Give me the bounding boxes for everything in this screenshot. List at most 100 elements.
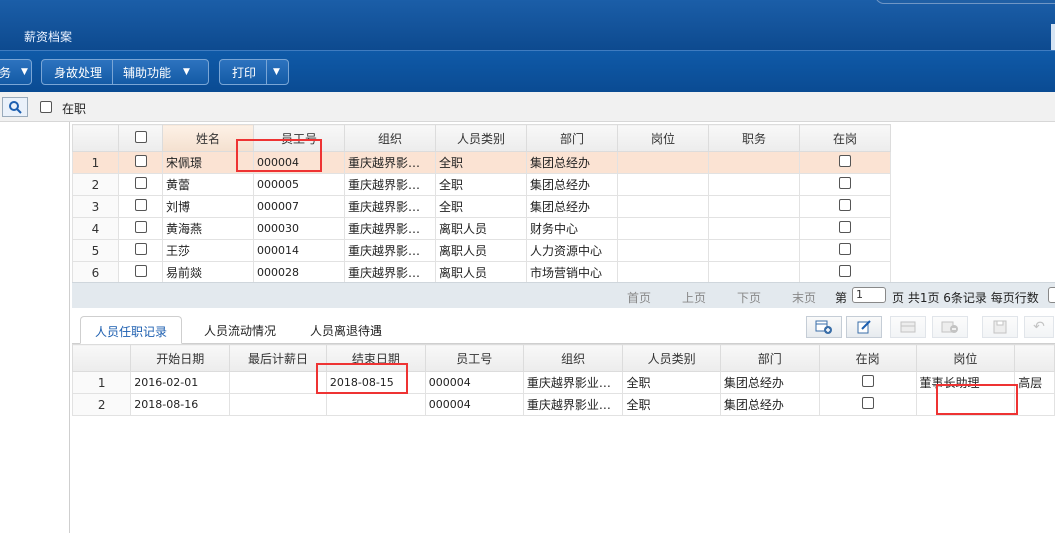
- row-checkbox-cell[interactable]: [118, 239, 163, 262]
- select-all-checkbox[interactable]: [134, 130, 147, 143]
- cell-post[interactable]: [617, 261, 709, 284]
- row-checkbox[interactable]: [134, 243, 147, 255]
- row-checkbox[interactable]: [134, 155, 147, 167]
- cell-onpost[interactable]: [799, 261, 891, 284]
- table-row[interactable]: 2 2018-08-16 000004 重庆越界影业… 全职 集团总经办: [71, 393, 1055, 416]
- table-row[interactable]: 2 黄蕾 000005 重庆越界影… 全职 集团总经办: [72, 173, 891, 196]
- col-header-duty[interactable]: 职务: [708, 124, 800, 152]
- cell-dept[interactable]: 集团总经办: [719, 393, 820, 416]
- cell-last-pay-date[interactable]: [229, 393, 327, 416]
- global-search-input[interactable]: [875, 0, 1055, 4]
- last-page-link[interactable]: 末页: [792, 289, 816, 306]
- edit-record-button[interactable]: [846, 316, 882, 338]
- col-header-post[interactable]: 岗位: [915, 344, 1016, 372]
- partial-menu-button[interactable]: 务 ▼: [0, 59, 32, 85]
- table-row[interactable]: 3 刘博 000007 重庆越界影… 全职 集团总经办: [72, 195, 891, 218]
- table-row[interactable]: 1 宋佩璟 000004 重庆越界影… 全职 集团总经办: [72, 151, 891, 174]
- cell-org[interactable]: 重庆越界影…: [344, 261, 436, 284]
- cell-dept[interactable]: 集团总经办: [526, 151, 618, 174]
- cell-type[interactable]: 全职: [622, 371, 721, 394]
- tab-appointment-records[interactable]: 人员任职记录: [80, 316, 183, 344]
- rows-per-page-input[interactable]: [1048, 287, 1055, 303]
- cell-id[interactable]: 000030: [253, 217, 345, 240]
- cell-onpost[interactable]: [818, 371, 917, 394]
- cell-onpost[interactable]: [799, 173, 891, 196]
- row-checkbox-cell[interactable]: [118, 173, 163, 196]
- cell-onpost[interactable]: [799, 195, 891, 218]
- onpost-checkbox[interactable]: [839, 221, 851, 233]
- cell-duty[interactable]: [708, 217, 800, 240]
- cell-dept[interactable]: 集团总经办: [719, 371, 820, 394]
- col-header-start-date[interactable]: 开始日期: [130, 344, 231, 372]
- cell-onpost[interactable]: [799, 217, 891, 240]
- cell-type[interactable]: 离职人员: [435, 217, 527, 240]
- tab-retirement[interactable]: 人员离退待遇: [296, 316, 396, 344]
- onpost-checkbox[interactable]: [861, 397, 874, 409]
- cell-id[interactable]: 000014: [253, 239, 345, 262]
- cell-onpost[interactable]: [799, 239, 891, 262]
- cell-id[interactable]: 000004: [424, 371, 524, 394]
- col-header-extra[interactable]: [1014, 344, 1055, 372]
- cell-duty[interactable]: [708, 261, 800, 284]
- select-all-checkbox-cell[interactable]: [118, 124, 163, 152]
- cell-type[interactable]: 离职人员: [435, 261, 527, 284]
- cell-dept[interactable]: 财务中心: [526, 217, 618, 240]
- add-record-button[interactable]: [806, 316, 842, 338]
- cell-post[interactable]: [617, 195, 709, 218]
- cell-dept[interactable]: 集团总经办: [526, 173, 618, 196]
- col-header-last-pay-date[interactable]: 最后计薪日: [229, 344, 327, 372]
- cell-type[interactable]: 离职人员: [435, 239, 527, 262]
- accident-button[interactable]: 身故处理: [42, 64, 112, 81]
- cell-post[interactable]: [617, 173, 709, 196]
- cell-id[interactable]: 000028: [253, 261, 345, 284]
- cell-onpost[interactable]: [799, 151, 891, 174]
- chevron-down-icon[interactable]: ▼: [266, 60, 286, 84]
- col-header-type[interactable]: 人员类别: [622, 344, 721, 372]
- cell-type[interactable]: 全职: [435, 173, 527, 196]
- search-button[interactable]: [2, 97, 28, 117]
- cell-org[interactable]: 重庆越界影业…: [522, 393, 624, 416]
- tab-mobility[interactable]: 人员流动情况: [190, 316, 290, 344]
- cell-name[interactable]: 刘博: [162, 195, 254, 218]
- col-header-id[interactable]: 员工号: [424, 344, 524, 372]
- cell-org[interactable]: 重庆越界影…: [344, 239, 436, 262]
- cell-type[interactable]: 全职: [435, 195, 527, 218]
- row-checkbox-cell[interactable]: [118, 261, 163, 284]
- on-job-checkbox[interactable]: [40, 101, 52, 113]
- cell-post[interactable]: [617, 239, 709, 262]
- cell-id[interactable]: 000007: [253, 195, 345, 218]
- chevron-down-icon[interactable]: ▼: [175, 67, 196, 77]
- col-header-dept[interactable]: 部门: [526, 124, 618, 152]
- cell-dept[interactable]: 市场营销中心: [526, 261, 618, 284]
- cell-post[interactable]: [617, 151, 709, 174]
- col-header-org[interactable]: 组织: [344, 124, 436, 152]
- cell-type[interactable]: 全职: [435, 151, 527, 174]
- row-checkbox[interactable]: [134, 199, 147, 211]
- cell-id[interactable]: 000004: [424, 393, 524, 416]
- row-checkbox-cell[interactable]: [118, 217, 163, 240]
- cell-type[interactable]: 全职: [622, 393, 721, 416]
- prev-page-link[interactable]: 上页: [682, 289, 706, 306]
- remove-record-button[interactable]: [932, 316, 968, 338]
- first-page-link[interactable]: 首页: [627, 289, 651, 306]
- onpost-checkbox[interactable]: [839, 177, 851, 189]
- cell-org[interactable]: 重庆越界影业…: [522, 371, 624, 394]
- cell-org[interactable]: 重庆越界影…: [344, 173, 436, 196]
- table-row[interactable]: 4 黄海燕 000030 重庆越界影… 离职人员 财务中心: [72, 217, 891, 240]
- row-checkbox[interactable]: [134, 221, 147, 233]
- row-checkbox[interactable]: [134, 177, 147, 189]
- print-button[interactable]: 打印 ▼: [219, 59, 289, 85]
- cell-start-date[interactable]: 2018-08-16: [130, 393, 231, 416]
- next-page-link[interactable]: 下页: [737, 289, 761, 306]
- col-header-post[interactable]: 岗位: [617, 124, 709, 152]
- undo-button[interactable]: ↶: [1024, 316, 1054, 338]
- cell-org[interactable]: 重庆越界影…: [344, 151, 436, 174]
- cell-start-date[interactable]: 2016-02-01: [130, 371, 231, 394]
- page-number-input[interactable]: 1: [852, 287, 886, 303]
- cell-end-date[interactable]: [325, 393, 426, 416]
- onpost-checkbox[interactable]: [861, 375, 874, 387]
- row-checkbox-cell[interactable]: [118, 195, 163, 218]
- cell-name[interactable]: 黄蕾: [162, 173, 254, 196]
- row-checkbox[interactable]: [134, 265, 147, 277]
- cell-extra[interactable]: [1014, 393, 1055, 416]
